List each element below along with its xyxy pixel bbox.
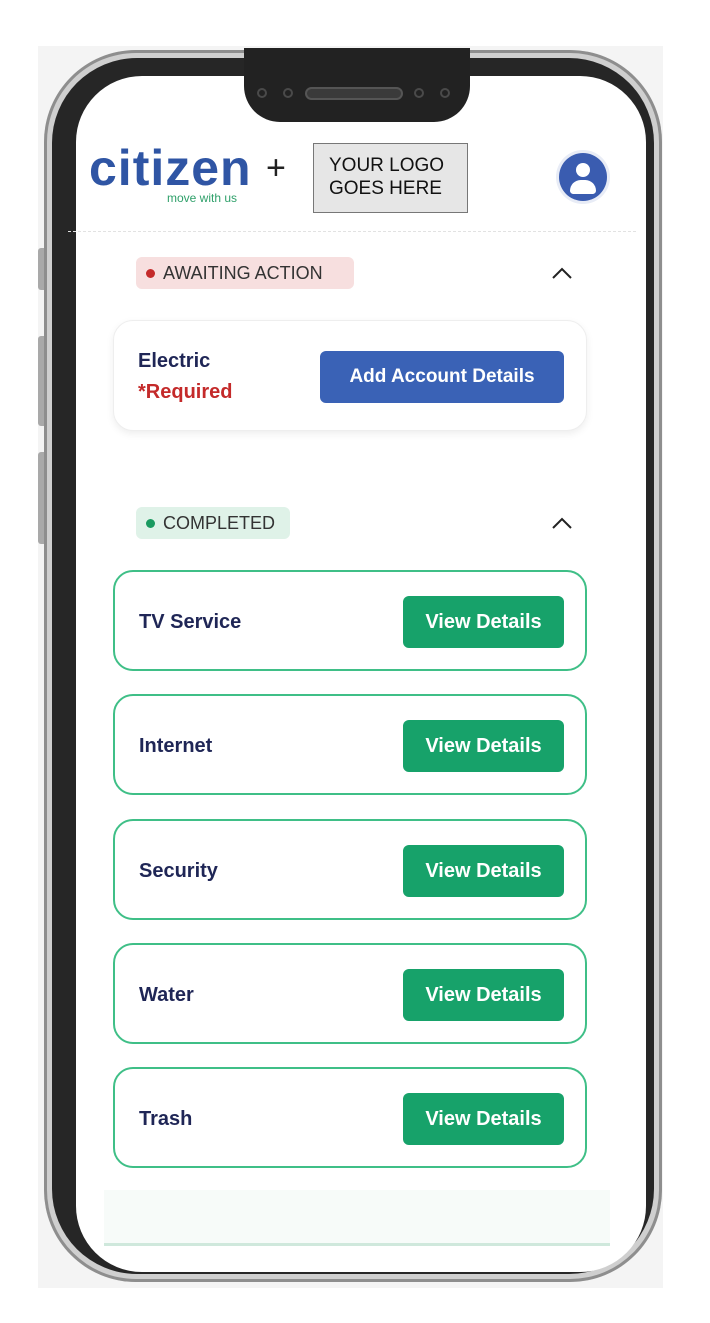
service-label: Security [139, 860, 218, 882]
awaiting-action-badge: AWAITING ACTION [136, 257, 354, 289]
status-badge-label: AWAITING ACTION [163, 263, 323, 283]
logo-placeholder-line: GOES HERE [329, 178, 442, 199]
service-card-security: Security View Details [113, 819, 587, 920]
service-label: Trash [139, 1108, 193, 1130]
view-details-button[interactable]: View Details [403, 845, 564, 897]
view-details-button[interactable]: View Details [403, 969, 564, 1021]
logo-placeholder-line: YOUR LOGO [329, 155, 445, 176]
service-card-tv: TV Service View Details [113, 570, 587, 671]
avatar-head [576, 163, 590, 177]
service-card-trash: Trash View Details [113, 1067, 587, 1168]
view-details-button[interactable]: View Details [403, 1093, 564, 1145]
view-details-button[interactable]: View Details [403, 720, 564, 772]
bottom-panel-edge [104, 1190, 610, 1246]
citizen-logo: citizen [89, 140, 252, 196]
avatar-body [570, 180, 596, 194]
header-divider [68, 231, 636, 232]
completed-badge: COMPLETED [136, 507, 290, 539]
service-card-internet: Internet View Details [113, 694, 587, 795]
service-card-electric: Electric *Required Add Account Details [113, 320, 587, 431]
camera-dot [257, 88, 267, 98]
sensor-dot [283, 88, 293, 98]
service-label: Electric [138, 350, 211, 372]
logo-tagline: move with us [167, 191, 238, 205]
status-dot [146, 519, 155, 528]
add-account-details-button[interactable]: Add Account Details [320, 351, 564, 403]
view-details-button[interactable]: View Details [403, 596, 564, 648]
status-badge-label: COMPLETED [163, 513, 276, 533]
service-card-water: Water View Details [113, 943, 587, 1044]
service-label: Internet [139, 735, 213, 757]
service-label: TV Service [139, 611, 242, 633]
sensor-dot [414, 88, 424, 98]
chevron-up-icon[interactable] [551, 266, 573, 280]
service-label: Water [139, 984, 194, 1006]
required-note: *Required [138, 381, 233, 403]
chevron-up-icon[interactable] [551, 516, 573, 530]
camera-dot [440, 88, 450, 98]
user-avatar-icon[interactable] [559, 153, 607, 201]
earpiece-speaker [305, 87, 403, 100]
phone-notch [244, 48, 470, 122]
plus-sign: + [266, 149, 286, 187]
status-dot [146, 269, 155, 278]
partner-logo-placeholder: YOUR LOGO GOES HERE [313, 143, 468, 213]
